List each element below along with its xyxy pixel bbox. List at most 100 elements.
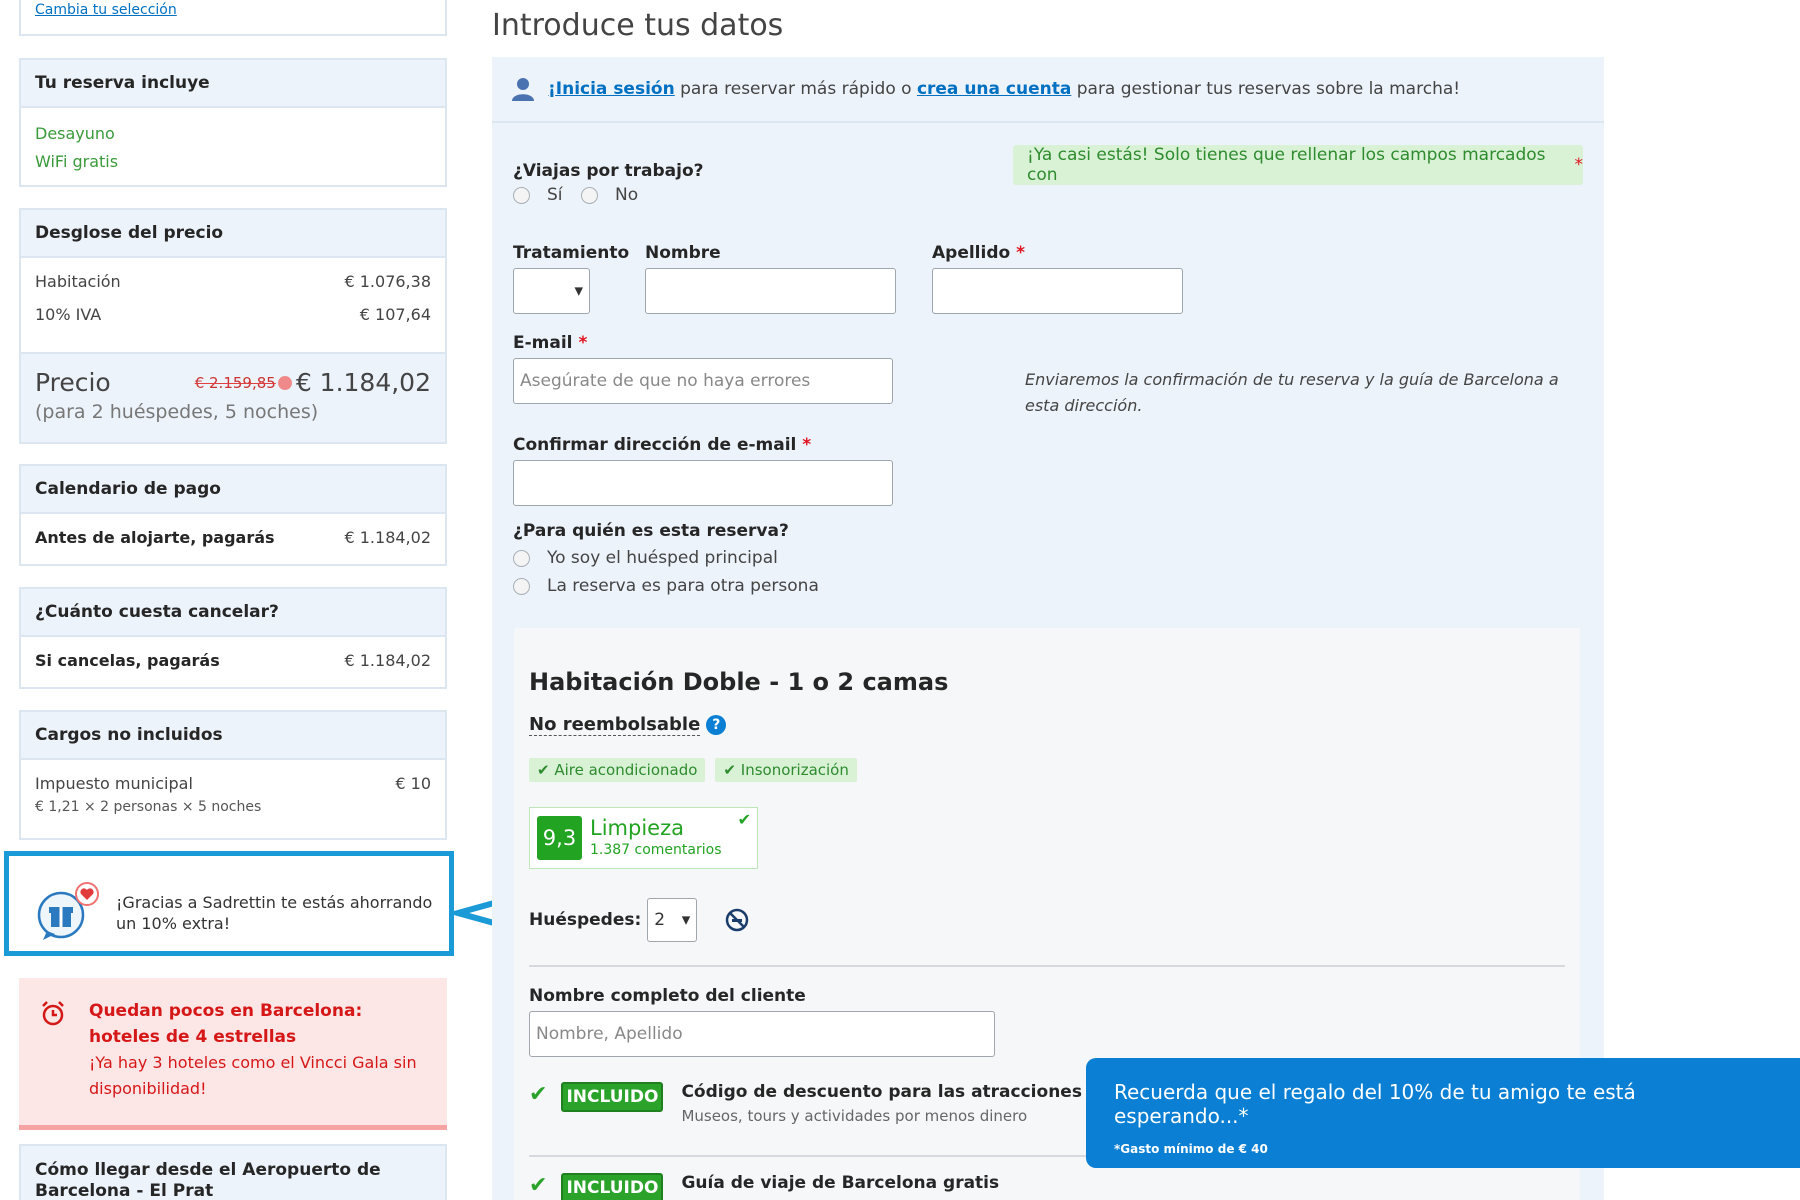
charge-value: € 10 [395, 774, 431, 793]
extra-guide: ✔ INCLUIDO Guía de viaje de Barcelona gr… [529, 1173, 999, 1200]
total-price-box: Precio € 2.159,85 € 1.184,02 (para 2 hué… [21, 352, 445, 442]
change-selection-box: Cambia tu selección [19, 0, 447, 36]
change-selection-link[interactable]: Cambia tu selección [35, 2, 177, 18]
payment-value: € 1.184,02 [344, 528, 431, 547]
email-label: E-mail * [513, 333, 587, 353]
policy-label[interactable]: No reembolsable [529, 714, 701, 736]
include-item-breakfast: Desayuno [35, 124, 115, 143]
booking-includes-box: Tu reserva incluye Desayuno WiFi gratis [19, 58, 447, 187]
required-star: * [1574, 155, 1584, 175]
signin-post-text: para gestionar tus reservas sobre la mar… [1071, 79, 1461, 99]
included-badge: INCLUIDO [561, 1173, 664, 1200]
cleanliness-score: 9,3 Limpieza 1.387 comentarios ✔ [529, 807, 758, 869]
confirm-email-label: Confirmar dirección de e-mail * [513, 435, 811, 455]
signin-bar: ¡ Inicia sesión para reservar más rápido … [492, 57, 1604, 123]
required-note-text: ¡Ya casi estás! Solo tienes que rellenar… [1027, 145, 1546, 185]
price-breakdown-title: Desglose del precio [21, 210, 445, 258]
price-note: (para 2 huéspedes, 5 noches) [35, 401, 319, 423]
first-name-input[interactable] [645, 268, 896, 314]
alarm-clock-icon [42, 1001, 64, 1026]
email-input[interactable]: Asegúrate de que no haya errores [513, 358, 893, 404]
guest-details-form: ¡ Inicia sesión para reservar más rápido … [492, 57, 1604, 1200]
included-badge: INCLUIDO [561, 1082, 664, 1112]
cancellation-title: ¿Cuánto cuesta cancelar? [21, 589, 445, 637]
charge-detail: € 1,21 × 2 personas × 5 noches [35, 799, 262, 815]
include-item-wifi: WiFi gratis [35, 152, 119, 171]
create-account-link[interactable]: crea una cuenta [917, 79, 1071, 99]
required-star: * [1016, 243, 1025, 263]
toast-text: Recuerda que el regalo del 10% de tu ami… [1114, 1080, 1636, 1128]
guests-value: 2 [654, 910, 666, 930]
referral-highlight-frame: ¡Gracias a Sadrettin te estás ahorrando … [4, 851, 454, 956]
alert-title: Quedan pocos en Barcelona: hoteles de 4 … [89, 1001, 363, 1047]
price-row-label: Habitación [35, 272, 121, 291]
old-price: € 2.159,85 [194, 373, 276, 392]
chevron-down-icon: ▾ [574, 281, 583, 301]
no-smoking-icon [726, 908, 749, 932]
fullname-input[interactable]: Nombre, Apellido [529, 1011, 995, 1057]
radio-label: La reserva es para otra persona [547, 576, 819, 596]
other-person-radio[interactable]: La reserva es para otra persona [513, 576, 819, 596]
price-row-value: € 107,64 [359, 305, 431, 324]
total-price: € 1.184,02 [295, 368, 431, 397]
room-tags: ✔ Aire acondicionado ✔ Insonorización [529, 758, 867, 782]
title-select[interactable]: ▾ [513, 268, 590, 314]
required-star: * [802, 435, 812, 455]
confirm-email-input[interactable] [513, 460, 893, 506]
tag-text: Insonorización [740, 761, 849, 779]
business-yes-radio[interactable]: Sí [513, 185, 563, 205]
email-note: Enviaremos la confirmación de tu reserva… [1025, 370, 1559, 415]
guests-select[interactable]: 2 ▾ [647, 898, 698, 942]
price-row-tax: 10% IVA € 107,64 [21, 305, 445, 324]
first-name-label: Nombre [645, 243, 721, 263]
extra-title: Guía de viaje de Barcelona gratis [681, 1173, 1000, 1193]
airport-directions-box[interactable]: Cómo llegar desde el Aeropuerto de Barce… [19, 1144, 447, 1200]
score-label: Limpieza [590, 816, 684, 840]
radio-label: Yo soy el huésped principal [547, 548, 778, 568]
chevron-down-icon: ▾ [681, 910, 691, 930]
referral-toast[interactable]: Recuerda que el regalo del 10% de tu ami… [1086, 1058, 1800, 1168]
radio-label: Sí [547, 185, 563, 205]
low-availability-alert: Quedan pocos en Barcelona: hoteles de 4 … [19, 978, 447, 1130]
tag-soundproofing: ✔ Insonorización [715, 758, 857, 782]
radio-label: No [615, 185, 639, 205]
price-row-label: 10% IVA [35, 305, 102, 324]
payment-schedule-title: Calendario de pago [21, 466, 445, 514]
signin-mid-text: para reservar más rápido o [674, 79, 917, 99]
tag-text: Aire acondicionado [554, 761, 698, 779]
main-guest-radio[interactable]: Yo soy el huésped principal [513, 548, 778, 568]
last-name-label: Apellido * [932, 243, 1025, 263]
airport-directions-title: Cómo llegar desde el Aeropuerto de Barce… [35, 1160, 381, 1200]
score-badge: 9,3 [537, 816, 582, 860]
checkbox-checked-icon[interactable]: ✔ [529, 1173, 547, 1198]
business-trip-label: ¿Viajas por trabajo? [513, 161, 704, 181]
payment-label: Antes de alojarte, pagarás [35, 528, 275, 547]
payment-schedule-box: Calendario de pago Antes de alojarte, pa… [19, 464, 447, 566]
signin-link[interactable]: Inicia sesión [556, 79, 675, 99]
price-label: Precio [35, 368, 111, 397]
email-label-text: E-mail [513, 333, 573, 353]
help-icon[interactable]: ? [706, 715, 727, 735]
score-reviews: 1.387 comentarios [590, 842, 722, 858]
guests-row: Huéspedes: 2 ▾ [529, 898, 749, 942]
fullname-label: Nombre completo del cliente [529, 986, 806, 1006]
tag-air-conditioning: ✔ Aire acondicionado [529, 758, 706, 782]
price-breakdown-box: Desglose del precio Habitación € 1.076,3… [19, 208, 447, 444]
extra-attractions: ✔ INCLUIDO Código de descuento para las … [529, 1082, 1178, 1125]
cancellation-value: € 1.184,02 [344, 651, 431, 670]
last-name-label-text: Apellido [932, 243, 1011, 263]
checkbox-checked-icon[interactable]: ✔ [529, 1082, 547, 1107]
info-dot-icon[interactable] [277, 375, 292, 390]
business-no-radio[interactable]: No [581, 185, 638, 205]
toast-note: *Gasto mínimo de € 40 [1114, 1142, 1268, 1156]
alert-subtitle: ¡Ya hay 3 hoteles como el Vincci Gala si… [89, 1053, 417, 1098]
room-name: Habitación Doble - 1 o 2 camas [529, 668, 949, 696]
last-name-input[interactable] [932, 268, 1183, 314]
price-row-value: € 1.076,38 [344, 272, 431, 291]
check-icon: ✔ [737, 810, 751, 829]
extra-charges-box: Cargos no incluidos Impuesto municipal €… [19, 710, 447, 840]
cancellation-label: Si cancelas, pagarás [35, 651, 220, 670]
gift-icon [33, 882, 103, 946]
required-star: * [578, 333, 588, 353]
user-icon [512, 78, 534, 101]
